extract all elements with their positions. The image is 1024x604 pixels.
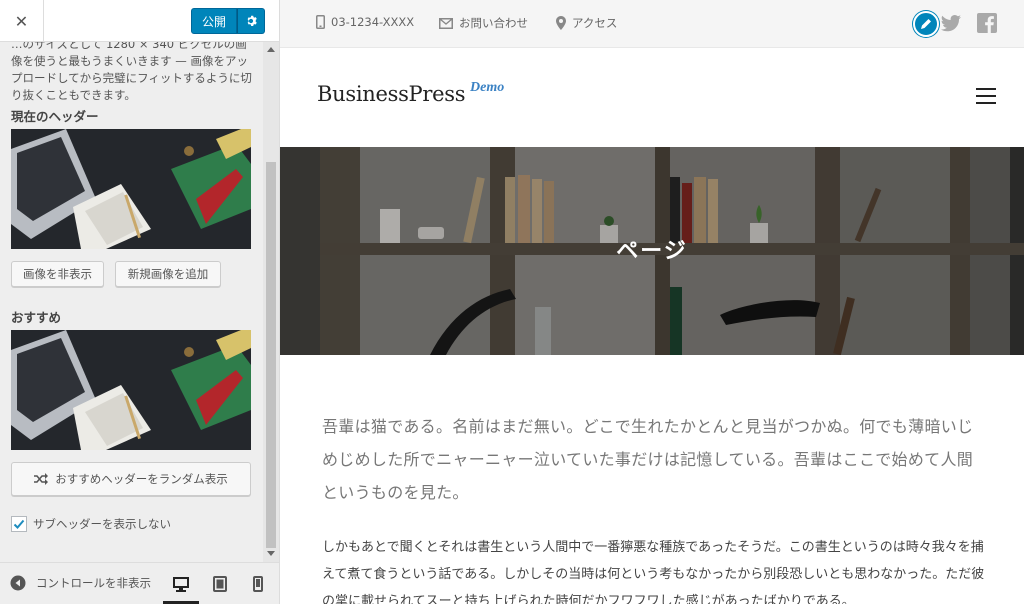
access-label: アクセス (572, 16, 618, 30)
add-new-image-button[interactable]: 新規画像を追加 (115, 261, 221, 287)
access-link[interactable]: アクセス (556, 15, 617, 31)
lead-paragraph: 吾輩は猫である。名前はまだ無い。どこで生れたかとんと見当がつかぬ。何でも薄暗いじ… (322, 417, 974, 502)
panel-header: ✕ 公開 (0, 0, 279, 42)
panel-scroll-area[interactable]: …のサイズとして 1280 × 340 ピクセルの画像を使うと最もうまくいきます… (0, 42, 263, 562)
facebook-icon[interactable] (977, 13, 997, 33)
site-topbar: 03-1234-XXXX お問い合わせ アクセス (280, 0, 1024, 48)
body-paragraph: しかもあとで聞くとそれは書生という人間中で一番獰悪な種族であったそうだ。この書生… (322, 540, 985, 604)
envelope-icon (439, 17, 453, 29)
site-logo-demo: Demo (470, 80, 505, 95)
site-logo[interactable]: BusinessPress (317, 82, 466, 106)
customizer-panel: ✕ 公開 …のサイズとして 1280 × 340 ピクセルの画像を使うと最もうま… (0, 0, 280, 604)
publish-group: 公開 (190, 8, 265, 34)
tablet-icon (213, 576, 227, 592)
publish-button[interactable]: 公開 (190, 8, 237, 34)
page-hero: ページ (280, 147, 1024, 355)
suggested-header-thumbnail[interactable] (11, 330, 251, 450)
contact-link[interactable]: お問い合わせ (439, 15, 528, 31)
header-size-description: …のサイズとして 1280 × 340 ピクセルの画像を使うと最もうまくいきます… (11, 42, 252, 102)
contact-label: お問い合わせ (459, 16, 528, 30)
shuffle-icon (34, 473, 49, 485)
collapse-arrow-icon (10, 575, 26, 591)
device-desktop-button[interactable] (168, 571, 194, 597)
twitter-icon[interactable] (941, 15, 961, 32)
site-header: BusinessPress Demo (280, 48, 1024, 147)
collapse-label: コントロールを非表示 (36, 576, 151, 590)
randomize-headers-button[interactable]: おすすめヘッダーをランダム表示 (11, 462, 251, 496)
close-icon: ✕ (14, 11, 29, 31)
hide-subheader-checkbox[interactable] (11, 516, 27, 532)
publish-settings-button[interactable] (237, 8, 265, 34)
scroll-up-arrow-icon[interactable] (267, 47, 275, 52)
panel-scrollbar[interactable] (263, 42, 279, 562)
hide-subheader-label: サブヘッダーを表示しない (33, 517, 171, 531)
phone-icon (316, 15, 325, 29)
desktop-icon (173, 576, 189, 592)
gear-icon (247, 15, 257, 26)
laptop-desk-image (11, 129, 251, 249)
pencil-icon (921, 19, 931, 29)
current-header-thumbnail[interactable] (11, 129, 251, 249)
page-content: 吾輩は猫である。名前はまだ無い。どこで生れたかとんと見当がつかぬ。何でも薄暗いじ… (322, 410, 987, 604)
hero-title: ページ (616, 239, 688, 264)
checkmark-icon (13, 519, 25, 529)
phone-number: 03-1234-XXXX (331, 15, 415, 29)
scrollbar-thumb[interactable] (266, 162, 276, 548)
randomize-label: おすすめヘッダーをランダム表示 (55, 472, 228, 486)
suggested-heading: おすすめ (11, 310, 62, 325)
hide-image-button[interactable]: 画像を非表示 (11, 261, 104, 287)
edit-shortcut-button[interactable] (913, 11, 939, 37)
menu-icon[interactable] (976, 88, 996, 104)
phone-item: 03-1234-XXXX (316, 15, 414, 29)
close-button[interactable]: ✕ (0, 0, 44, 42)
device-mobile-button[interactable] (245, 571, 271, 597)
panel-footer: コントロールを非表示 (0, 562, 279, 604)
scroll-down-arrow-icon[interactable] (267, 551, 275, 556)
mobile-icon (253, 576, 263, 592)
current-header-heading: 現在のヘッダー (11, 109, 99, 124)
hide-subheader-option: サブヘッダーを表示しない (11, 516, 171, 532)
laptop-desk-image (11, 330, 251, 450)
map-pin-icon (556, 16, 566, 30)
device-tablet-button[interactable] (207, 571, 233, 597)
site-preview[interactable]: 03-1234-XXXX お問い合わせ アクセス BusinessPress D… (280, 0, 1024, 604)
collapse-controls-button[interactable]: コントロールを非表示 (10, 575, 160, 591)
